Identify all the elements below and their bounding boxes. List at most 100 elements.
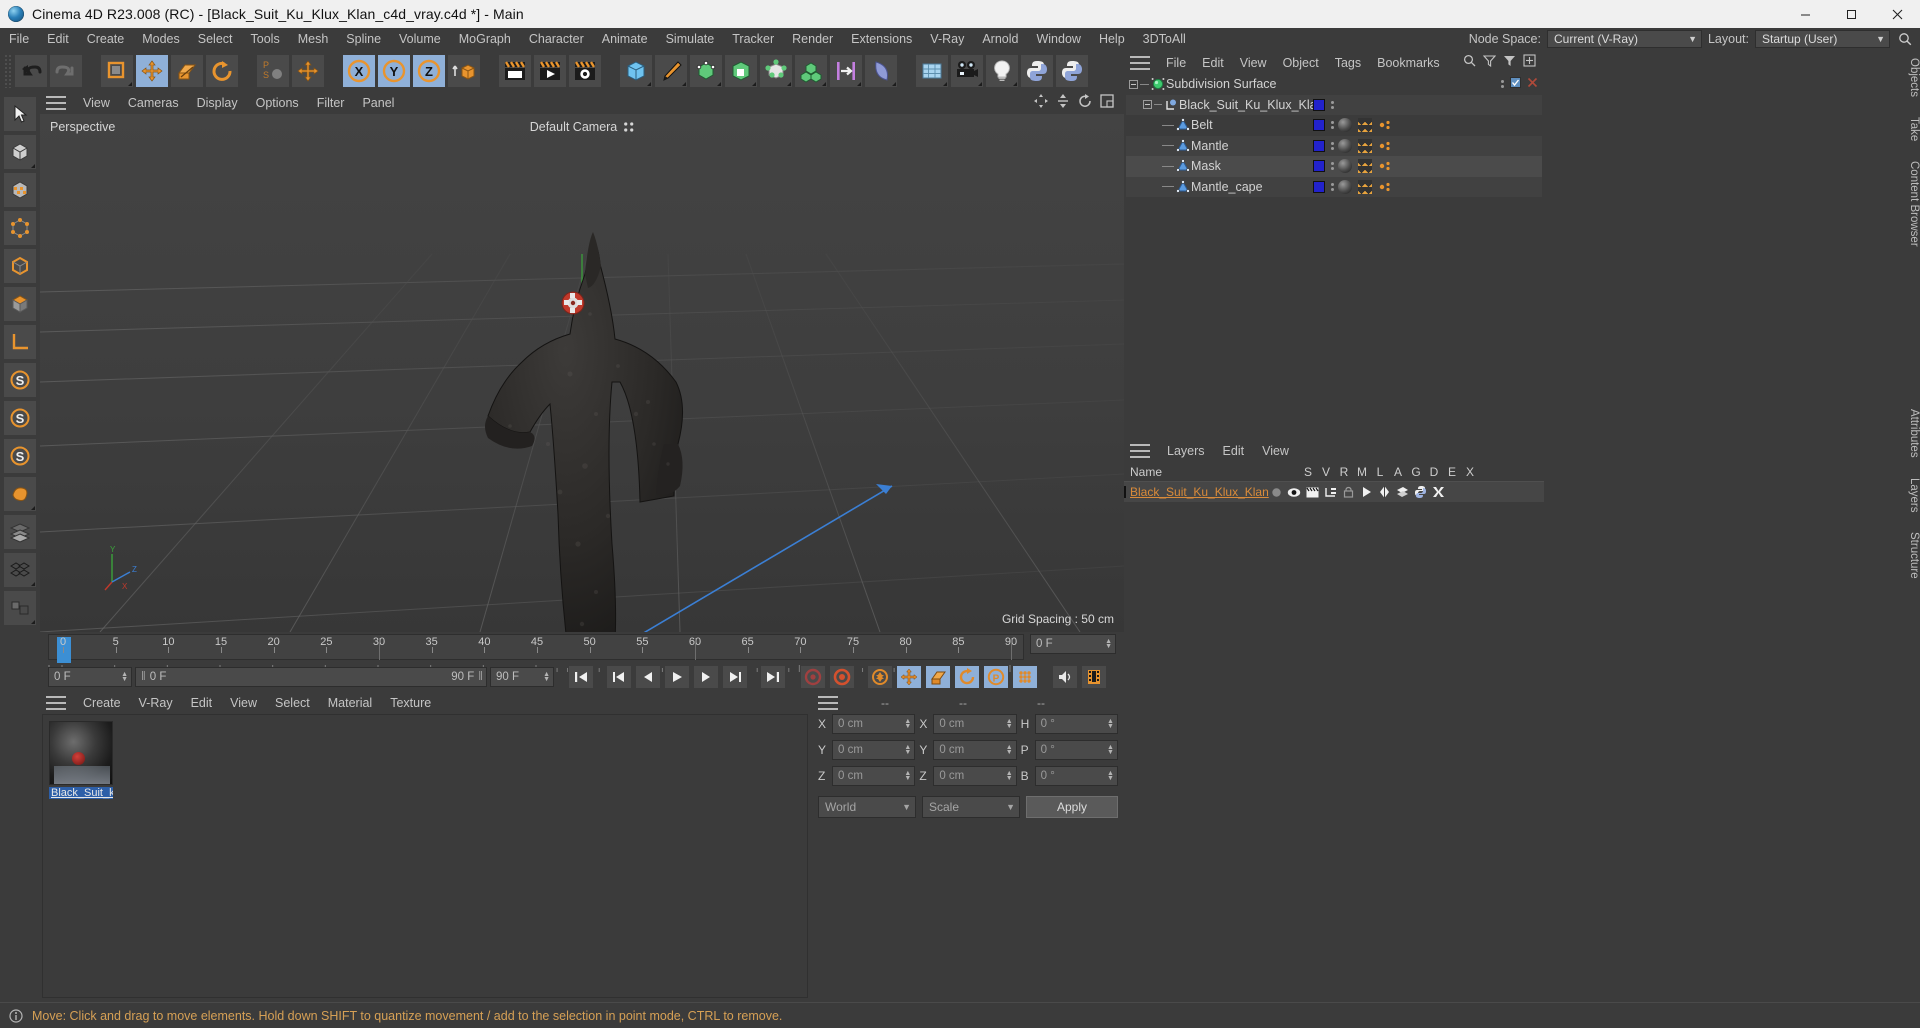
viewport-menu-panel[interactable]: Panel (353, 94, 403, 112)
generators-icon[interactable] (1377, 485, 1392, 500)
viewport-menu-cameras[interactable]: Cameras (119, 94, 188, 112)
uv-tag[interactable] (1378, 118, 1392, 132)
menu-item-render[interactable]: Render (783, 30, 842, 48)
enable-toggle-icon[interactable] (1510, 77, 1521, 91)
rotation-key-button[interactable] (954, 665, 980, 689)
uv-tag[interactable] (1378, 139, 1392, 153)
dock-tab-content-browser[interactable]: Content Browser (1898, 155, 1920, 253)
layer-swatch[interactable] (1313, 160, 1325, 173)
menu-item-arnold[interactable]: Arnold (973, 30, 1027, 48)
object-menu-view[interactable]: View (1232, 54, 1275, 72)
xref-icon[interactable] (1431, 485, 1446, 500)
lock-x-axis-button[interactable]: X (342, 54, 376, 88)
object-menu-tags[interactable]: Tags (1327, 54, 1369, 72)
rotation-h-field[interactable]: 0 ° ▲ ▼ (1034, 714, 1118, 734)
object-row-mantle[interactable]: Mantle (1126, 135, 1542, 156)
visibility-dots-icon[interactable] (1331, 182, 1334, 191)
layer-swatch[interactable] (1313, 139, 1325, 152)
expand-collapse-icon[interactable] (1126, 79, 1140, 89)
point-level-animation-button[interactable] (1012, 665, 1038, 689)
add-mograph-button[interactable] (794, 54, 828, 88)
add-spline-button[interactable] (654, 54, 688, 88)
render-view-button[interactable] (498, 54, 532, 88)
undo-button[interactable] (14, 54, 48, 88)
python-scripting-button[interactable] (1020, 54, 1054, 88)
checker-texture-tag[interactable] (1358, 118, 1372, 133)
edges-mode-button[interactable] (3, 248, 37, 284)
visible-eye-icon[interactable] (1287, 485, 1302, 500)
layers-menu-layers[interactable]: Layers (1158, 442, 1214, 460)
add-deformer-button[interactable] (759, 54, 793, 88)
keyframe-selection-button[interactable] (867, 665, 893, 689)
end-frame-field[interactable]: 90 F ▲ ▼ (490, 667, 554, 687)
close-icon[interactable] (1874, 0, 1920, 28)
layer-swatch[interactable] (1313, 180, 1325, 193)
search-icon[interactable] (1463, 54, 1476, 72)
menu-item-simulate[interactable]: Simulate (657, 30, 724, 48)
manager-tree-icon[interactable] (1323, 485, 1338, 500)
select-tool-button[interactable] (100, 54, 134, 88)
expand-collapse-icon[interactable] (1140, 100, 1154, 110)
lock-z-axis-button[interactable]: Z (412, 54, 446, 88)
add-camera-button[interactable] (950, 54, 984, 88)
preview-range-field[interactable]: ‖ 0 F 90 F ‖ (135, 667, 487, 687)
visibility-dots-icon[interactable] (1331, 141, 1334, 150)
render-region-button[interactable] (3, 590, 37, 626)
add-scene-object-button[interactable] (864, 54, 898, 88)
record-active-objects-button[interactable] (800, 665, 826, 689)
visibility-dots-icon[interactable] (1331, 162, 1334, 171)
menu-item-help[interactable]: Help (1090, 30, 1134, 48)
menu-item-character[interactable]: Character (520, 30, 593, 48)
uv-tag[interactable] (1378, 180, 1392, 194)
world-coordinate-button[interactable] (447, 54, 481, 88)
layer-name[interactable]: Black_Suit_Ku_Klux_Klan (1130, 485, 1269, 499)
layer-swatch[interactable] (1313, 119, 1325, 132)
add-cube-button[interactable] (619, 54, 653, 88)
material-menu-edit[interactable]: Edit (182, 694, 222, 712)
object-menu-object[interactable]: Object (1275, 54, 1327, 72)
render-to-picture-viewer-button[interactable] (533, 54, 567, 88)
perspective-viewport[interactable]: Perspective Default Camera Grid Spacing … (40, 114, 1124, 632)
material-menu-create[interactable]: Create (74, 694, 130, 712)
hamburger-icon[interactable] (46, 696, 66, 710)
filter-down-icon[interactable] (1503, 54, 1516, 72)
menu-item-tools[interactable]: Tools (242, 30, 289, 48)
timeline-current-frame-field[interactable]: 0 F ▲ ▼ (1030, 634, 1116, 654)
add-layout-icon[interactable] (1523, 54, 1536, 72)
menu-item-file[interactable]: File (0, 30, 38, 48)
layers-filter-button[interactable] (3, 514, 37, 550)
apply-button[interactable]: Apply (1026, 796, 1118, 818)
menu-item-animate[interactable]: Animate (593, 30, 657, 48)
object-row-mask[interactable]: Mask (1126, 156, 1542, 177)
size-y-field[interactable]: 0 cm ▲ ▼ (933, 740, 1017, 760)
add-generator-button[interactable] (689, 54, 723, 88)
size-z-field[interactable]: 0 cm ▲ ▼ (933, 766, 1017, 786)
rotate-icon[interactable] (1078, 93, 1092, 113)
grid-display-button[interactable] (3, 552, 37, 588)
material-menu-material[interactable]: Material (319, 694, 381, 712)
solo-dot-icon[interactable] (1269, 485, 1284, 500)
spinner-arrows-icon[interactable]: ▲ ▼ (1107, 770, 1117, 782)
dock-tab-layers[interactable]: Layers (1898, 472, 1920, 519)
sound-button[interactable] (1052, 665, 1078, 689)
checker-texture-tag[interactable] (1358, 138, 1372, 153)
menu-item-create[interactable]: Create (78, 30, 134, 48)
sphere-material-tag[interactable] (1338, 159, 1352, 174)
dolly-icon[interactable] (1056, 93, 1070, 113)
layer-color-swatch[interactable] (1124, 486, 1126, 498)
minimize-icon[interactable] (1782, 0, 1828, 28)
visibility-dots-icon[interactable] (1501, 80, 1504, 89)
hamburger-icon[interactable] (818, 696, 838, 710)
hamburger-icon[interactable] (1130, 56, 1150, 70)
maximize-viewport-icon[interactable] (1100, 93, 1114, 113)
world-object-axis-button[interactable] (291, 54, 325, 88)
search-icon[interactable] (1896, 30, 1914, 48)
object-mode-button[interactable] (3, 134, 37, 170)
spinner-arrows-icon[interactable]: ▲ ▼ (1105, 638, 1115, 650)
uv-tag[interactable] (1378, 159, 1392, 173)
dock-tab-take[interactable]: Take (1898, 111, 1920, 147)
position-y-field[interactable]: 0 cm ▲ ▼ (832, 740, 916, 760)
viewport-menu-display[interactable]: Display (188, 94, 247, 112)
scale-key-button[interactable] (925, 665, 951, 689)
rotation-p-field[interactable]: 0 ° ▲ ▼ (1034, 740, 1118, 760)
